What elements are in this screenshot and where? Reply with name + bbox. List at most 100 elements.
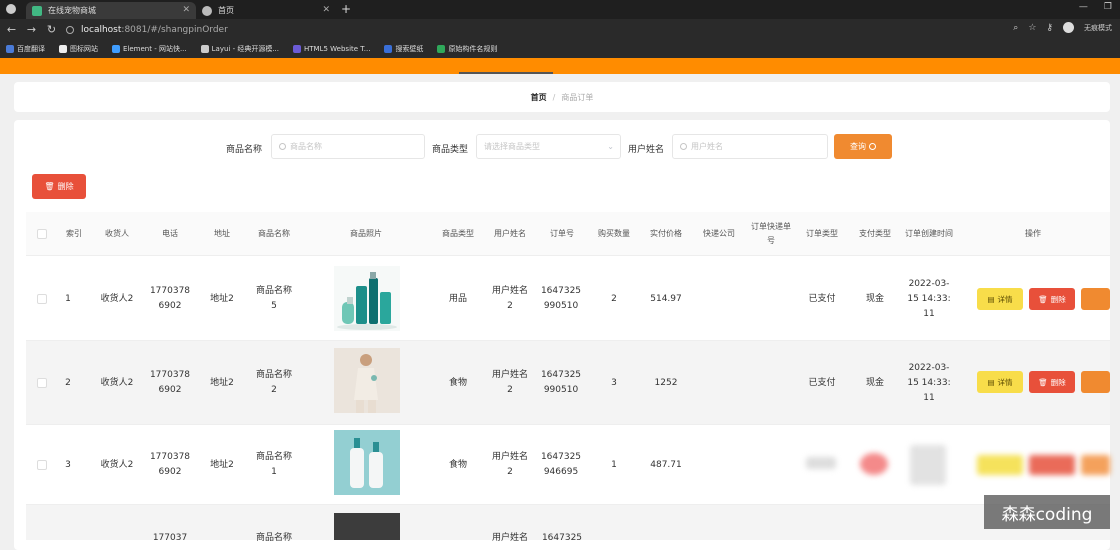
browser-tab-active[interactable]: 在线宠物商城 ✕	[26, 2, 196, 19]
bookmark-item[interactable]: 百度翻译	[6, 44, 45, 54]
key-icon[interactable]: ⚷	[1046, 23, 1053, 33]
window-controls: — ❐	[1079, 2, 1112, 12]
product-photo	[334, 513, 400, 540]
cosmetics-bottles-image	[337, 272, 397, 330]
bookmark-item[interactable]: 搜索壁纸	[384, 44, 423, 54]
user-name-input[interactable]: 用户姓名	[672, 134, 828, 159]
cell-price: 514.97	[650, 293, 682, 304]
product-name-input[interactable]: 商品名称	[271, 134, 425, 159]
bookmark-icon	[200, 45, 209, 53]
delete-button[interactable]: 🗑 删除	[32, 174, 86, 199]
cell-product-type: 食物	[448, 377, 467, 388]
delete-label: 删除	[1050, 294, 1066, 304]
bookmark-label: 图标网站	[70, 45, 98, 53]
bookmark-item[interactable]: Element - 网站快...	[112, 44, 187, 54]
forward-icon[interactable]: →	[23, 23, 40, 36]
breadcrumb-separator: /	[552, 92, 556, 102]
column-header: 地址	[214, 229, 230, 238]
browser-tab[interactable]: 首页 ✕	[196, 2, 336, 19]
cell-quantity: 3	[611, 377, 617, 388]
reload-icon[interactable]: ↻	[43, 23, 60, 36]
bookmark-label: Element - 网站快...	[123, 45, 187, 53]
pump-bottles-image	[334, 430, 400, 495]
info-icon	[66, 25, 74, 34]
bookmark-item[interactable]: 原始构件名规则	[437, 44, 497, 54]
cell-created-time: 2022-03-15 14:33:11	[907, 278, 951, 319]
incognito-icon	[1063, 22, 1074, 33]
row-checkbox[interactable]	[37, 460, 47, 470]
cell-phone: 17703786902	[149, 452, 191, 477]
detail-button[interactable]: ▤ 详情	[977, 371, 1023, 393]
trash-icon: 🗑	[1038, 294, 1048, 304]
cell-express-no	[748, 341, 794, 425]
cell-express-company	[694, 257, 744, 341]
blurred-button[interactable]	[1029, 455, 1075, 475]
close-icon[interactable]: ✕	[182, 5, 190, 15]
cell-index: 2	[65, 377, 71, 388]
bookmark-item[interactable]: 图标网站	[59, 44, 98, 54]
table-row: 3 收货人2 17703786902 地址2 商品名称1 食物 用户姓名2 16…	[26, 425, 1110, 505]
user-name-label: 用户姓名	[628, 145, 665, 155]
blurred-cell	[910, 445, 946, 485]
profile-label[interactable]: 无痕模式	[1084, 23, 1112, 33]
url-field[interactable]: localhost:8081/#/shangpinOrder	[66, 22, 986, 37]
cell-order-no: 1647325990510	[540, 286, 582, 311]
product-type-select[interactable]: 请选择商品类型 ⌄	[476, 134, 621, 159]
row-delete-button[interactable]: 🗑 删除	[1029, 371, 1075, 393]
bookmark-item[interactable]: Layui - 经典开源模...	[200, 44, 279, 54]
trash-icon: 🗑	[44, 182, 55, 191]
table-row: 177037 商品名称 用户姓名 1647325	[26, 505, 1110, 543]
cell-pay-type: 现金	[865, 293, 884, 304]
column-header: 电话	[162, 229, 178, 238]
blurred-button[interactable]	[1081, 455, 1110, 475]
minimize-icon[interactable]: —	[1079, 2, 1088, 12]
document-icon: ▤	[987, 377, 995, 387]
address-bar-actions: ⌕ ☆ ⚷ 无痕模式	[1013, 22, 1112, 33]
cell-user-name: 用户姓名	[491, 532, 528, 543]
bookmark-icon	[293, 45, 302, 53]
product-name-label: 商品名称	[226, 145, 263, 155]
cell-product-name: 商品名称5	[255, 286, 292, 311]
cell-address: 地址2	[210, 293, 234, 304]
search-icon	[279, 143, 286, 150]
product-photo	[334, 348, 400, 413]
bookmark-icon	[112, 45, 120, 53]
search-icon	[869, 143, 876, 150]
new-tab-button[interactable]: +	[341, 2, 351, 16]
row-checkbox[interactable]	[37, 294, 47, 304]
chevron-down-icon: ⌄	[607, 142, 614, 151]
cell-quantity: 2	[611, 293, 617, 304]
cell-order-no: 1647325990510	[540, 370, 582, 395]
cell-phone: 17703786902	[149, 286, 191, 311]
bookmark-item[interactable]: HTML5 Website T...	[293, 45, 370, 53]
zoom-icon[interactable]: ⌕	[1013, 23, 1018, 33]
extra-action-button[interactable]	[1081, 288, 1110, 310]
column-header: 快递公司	[703, 229, 735, 238]
row-delete-button[interactable]: 🗑 删除	[1029, 288, 1075, 310]
bookmark-icon	[384, 45, 393, 53]
product-photo	[334, 430, 400, 495]
column-header: 订单创建时间	[905, 229, 953, 238]
delete-label: 删除	[1050, 377, 1066, 387]
select-all-checkbox[interactable]	[37, 229, 47, 239]
row-checkbox[interactable]	[37, 378, 47, 388]
blurred-cell	[860, 453, 888, 475]
query-button[interactable]: 查询	[834, 134, 892, 159]
browser-menu-icon[interactable]	[6, 4, 16, 14]
extra-action-button[interactable]	[1081, 371, 1110, 393]
breadcrumb-home[interactable]: 首页	[531, 92, 547, 103]
table-row: 2 收货人2 17703786902 地址2 商品名称2 食物 用户姓名2 16…	[26, 341, 1110, 425]
user-name-placeholder: 用户姓名	[691, 142, 723, 151]
blurred-cell	[806, 457, 836, 469]
star-icon[interactable]: ☆	[1028, 23, 1036, 33]
close-icon[interactable]: ✕	[322, 5, 330, 15]
table-row: 1 收货人2 17703786902 地址2 商品名称5 用品 用户姓名2 16…	[26, 257, 1110, 341]
blurred-button[interactable]	[977, 455, 1023, 475]
restore-icon[interactable]: ❐	[1104, 2, 1112, 12]
document-icon: ▤	[987, 294, 995, 304]
back-icon[interactable]: ←	[3, 23, 20, 36]
top-nav-bar	[0, 58, 1120, 74]
breadcrumb: 首页 / 商品订单	[14, 82, 1110, 112]
cell-product-type: 食物	[448, 459, 467, 470]
detail-button[interactable]: ▤ 详情	[977, 288, 1023, 310]
